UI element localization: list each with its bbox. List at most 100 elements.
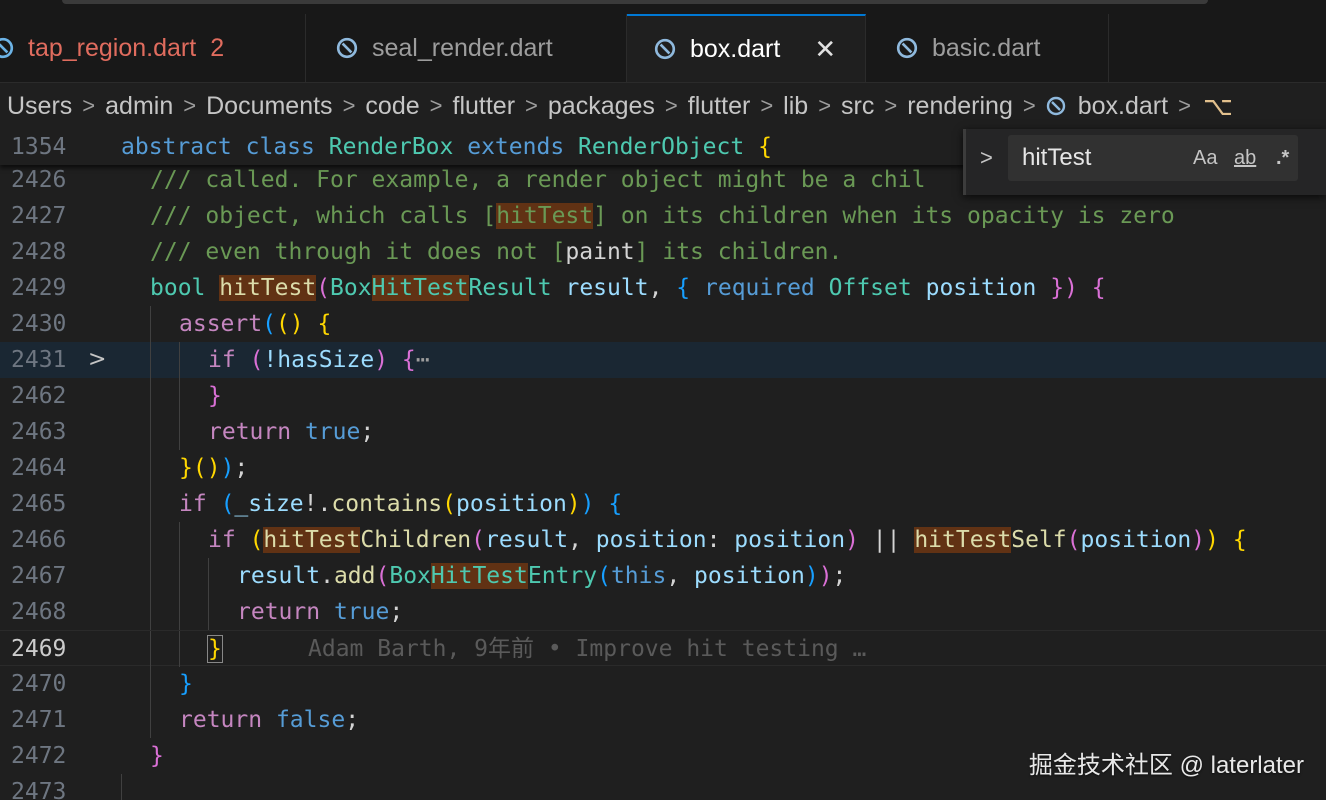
breadcrumb-item[interactable]: src (841, 92, 874, 121)
breadcrumb-item[interactable]: lib (783, 92, 808, 121)
code-line[interactable]: 2429 bool hitTest(BoxHitTestResult resul… (0, 270, 1326, 306)
breadcrumb-item[interactable]: box.dart (1078, 92, 1168, 121)
breadcrumb-separator: > (1178, 93, 1191, 118)
breadcrumb-separator: > (664, 93, 678, 118)
line-number: 2473 (11, 779, 67, 800)
breadcrumb-item[interactable]: rendering (907, 92, 1013, 121)
line-number: 2468 (11, 599, 67, 625)
breadcrumb: Users > admin > Documents > code > flutter > … (0, 83, 1326, 129)
breadcrumb-separator: > (183, 93, 197, 118)
title-strip (0, 0, 1326, 14)
breadcrumb-item[interactable]: admin (105, 92, 173, 121)
code-line[interactable]: 2464 }()); (0, 450, 1326, 486)
line-number: 2463 (11, 419, 67, 445)
line-number: 1354 (11, 134, 67, 160)
symbol-class-icon[interactable]: ⌥ (1203, 91, 1233, 122)
code-text: bool hitTest(BoxHitTestResult result, { … (150, 275, 1106, 301)
window-handle (62, 0, 1208, 4)
code-line-folded[interactable]: 2431 > if (!hasSize) {⋯ (0, 342, 1326, 378)
code-text: return false; (179, 707, 360, 733)
line-number: 2469 (11, 636, 67, 662)
code-editor[interactable]: 1354 abstract class RenderBox extends Re… (0, 129, 1326, 800)
code-line-current[interactable]: 2469 } Adam Barth, 9年前 • Improve hit tes… (0, 630, 1326, 667)
breadcrumb-item[interactable]: code (365, 92, 419, 121)
line-number: 2472 (11, 743, 67, 769)
breadcrumb-item[interactable]: flutter (688, 92, 751, 121)
tab-label: basic.dart (932, 33, 1041, 62)
breadcrumb-item[interactable]: flutter (453, 92, 516, 121)
code-text: if (!hasSize) {⋯ (208, 347, 430, 373)
code-text: /// object, which calls [hitTest] on its… (150, 203, 1175, 229)
match-case-toggle[interactable]: Aa (1193, 135, 1217, 181)
line-number: 2470 (11, 671, 67, 697)
search-match: hitTest (219, 275, 317, 301)
code-line[interactable]: 2467 result.add(BoxHitTestEntry(this, po… (0, 558, 1326, 594)
chevron-right-icon[interactable]: > (980, 145, 993, 171)
tab-box[interactable]: box.dart ✕ (627, 14, 866, 82)
code-line[interactable]: 2465 if (_size!.contains(position)) { (0, 486, 1326, 522)
chevron-right-icon[interactable]: > (88, 342, 106, 378)
code-text: }()); (179, 455, 249, 481)
code-text: } (150, 743, 164, 769)
breadcrumb-separator: > (760, 93, 774, 118)
code-text: result.add(BoxHitTestEntry(this, positio… (237, 563, 847, 589)
code-line[interactable]: 2427 /// object, which calls [hitTest] o… (0, 198, 1326, 234)
problem-count-badge: 2 (210, 33, 225, 62)
code-line[interactable]: 2463 return true; (0, 414, 1326, 450)
search-match: hitTest (263, 527, 361, 553)
tab-label: tap_region.dart (28, 33, 197, 62)
line-number: 2430 (11, 311, 67, 337)
tab-label: seal_render.dart (372, 33, 553, 62)
dart-file-icon (896, 37, 918, 59)
git-blame-annotation: Adam Barth, 9年前 • Improve hit testing … (308, 636, 867, 662)
code-line[interactable]: 2470 } (0, 666, 1326, 702)
code-text: /// even through it does not [paint] its… (150, 239, 843, 265)
search-match: hitTest (496, 203, 594, 229)
code-text: assert(() { (179, 311, 332, 337)
code-line[interactable]: 2471 return false; (0, 702, 1326, 738)
find-widget: > hitTest Aa ab .* (963, 129, 1326, 195)
line-number: 2462 (11, 383, 67, 409)
code-text: if (hitTestChildren(result, position: po… (208, 527, 1247, 553)
line-number: 2467 (11, 563, 67, 589)
tab-basic[interactable]: basic.dart (866, 14, 1109, 82)
breadcrumb-separator: > (884, 93, 898, 118)
breadcrumb-separator: > (818, 93, 832, 118)
line-number: 2465 (11, 491, 67, 517)
search-match: hitTest (914, 527, 1012, 553)
regex-toggle[interactable]: .* (1276, 135, 1289, 181)
search-match: HitTest (371, 275, 469, 301)
code-line[interactable]: 2468 return true; (0, 594, 1326, 630)
watermark: 掘金技术社区 @ laterlater (1028, 752, 1304, 779)
code-line[interactable]: 2430 assert(() { (0, 306, 1326, 342)
tab-seal-render[interactable]: seal_render.dart (306, 14, 627, 82)
dart-file-icon (0, 37, 14, 59)
code-text: /// called. For example, a render object… (150, 167, 926, 193)
breadcrumb-separator: > (1022, 93, 1036, 118)
code-text: } (179, 671, 193, 697)
code-text: } (207, 631, 223, 667)
close-icon[interactable]: ✕ (814, 34, 836, 65)
folded-ellipsis: ⋯ (415, 347, 430, 373)
line-number: 2429 (11, 275, 67, 301)
breadcrumb-separator: > (342, 93, 356, 118)
breadcrumb-separator: > (82, 93, 96, 118)
breadcrumb-item[interactable]: Users (7, 92, 72, 121)
line-number: 2471 (11, 707, 67, 733)
code-text: abstract class RenderBox extends RenderO… (121, 134, 772, 160)
dart-file-icon (336, 37, 358, 59)
code-line[interactable]: 2428 /// even through it does not [paint… (0, 234, 1326, 270)
line-number: 2431 (11, 347, 67, 373)
breadcrumb-item[interactable]: Documents (206, 92, 332, 121)
tab-bar: tap_region.dart 2 seal_render.dart box.d… (0, 14, 1326, 83)
dart-file-icon (654, 38, 676, 60)
breadcrumb-separator: > (429, 93, 443, 118)
whole-word-toggle[interactable]: ab (1234, 135, 1256, 181)
tab-tap-region[interactable]: tap_region.dart 2 (0, 14, 306, 82)
breadcrumb-separator: > (525, 93, 538, 118)
tab-label: box.dart (690, 34, 781, 63)
code-line[interactable]: 2462 } (0, 378, 1326, 414)
code-line[interactable]: 2466 if (hitTestChildren(result, positio… (0, 522, 1326, 558)
code-text: } (208, 383, 222, 409)
breadcrumb-item[interactable]: packages (548, 92, 655, 121)
